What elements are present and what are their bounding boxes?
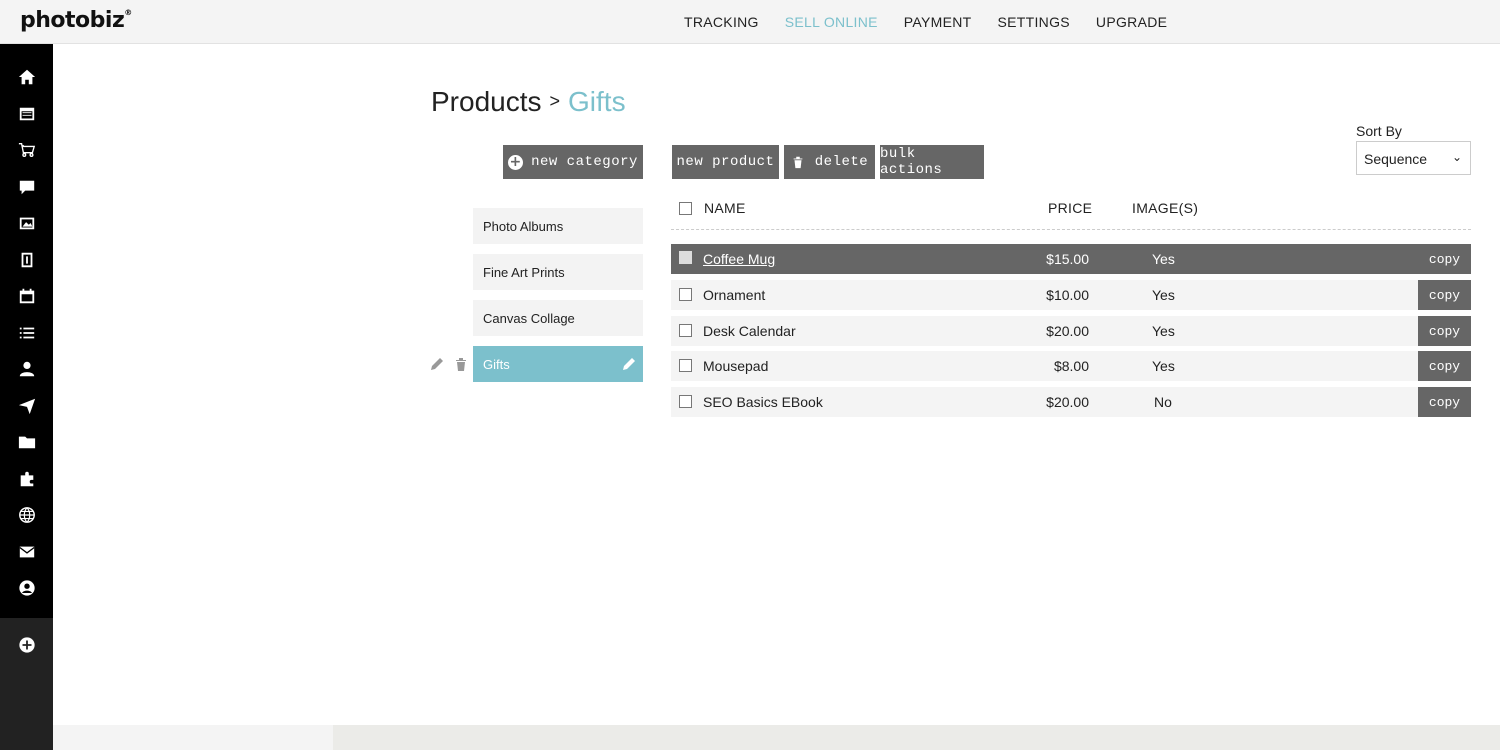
category-item-photo-albums[interactable]: Photo Albums: [473, 208, 643, 244]
chat-icon[interactable]: [16, 176, 38, 198]
new-product-button[interactable]: new product: [672, 145, 779, 179]
invoice-icon[interactable]: [16, 249, 38, 271]
chevron-down-icon: ⌄: [1451, 150, 1462, 164]
rail-bottom-section: [0, 618, 53, 750]
trash-icon: [793, 156, 803, 169]
product-images: No: [1154, 394, 1172, 410]
website-icon[interactable]: [16, 103, 38, 125]
nav-settings[interactable]: SETTINGS: [998, 14, 1070, 30]
row-checkbox[interactable]: [679, 288, 692, 301]
breadcrumb: Products > Gifts: [431, 86, 626, 118]
breadcrumb-separator: >: [549, 91, 561, 111]
nav-payment[interactable]: PAYMENT: [904, 14, 972, 30]
sort-by-label: Sort By: [1356, 123, 1402, 139]
delete-label: delete: [814, 154, 869, 170]
product-name-link[interactable]: Ornament: [703, 287, 765, 303]
column-header-name[interactable]: NAME: [704, 200, 746, 216]
product-images: Yes: [1152, 358, 1175, 374]
copy-button[interactable]: copy: [1418, 316, 1471, 346]
table-row[interactable]: Ornament $10.00 Yes copy: [671, 280, 1471, 310]
left-icon-rail: [0, 44, 53, 750]
category-item-canvas-collage[interactable]: Canvas Collage: [473, 300, 643, 336]
copy-button[interactable]: copy: [1418, 244, 1471, 274]
product-images: Yes: [1152, 251, 1175, 267]
delete-category-icon[interactable]: [453, 356, 469, 372]
nav-upgrade[interactable]: UPGRADE: [1096, 14, 1167, 30]
contacts-icon[interactable]: [16, 358, 38, 380]
column-header-images[interactable]: IMAGE(S): [1132, 200, 1198, 216]
table-row[interactable]: Coffee Mug $15.00 Yes copy: [671, 244, 1471, 274]
photobiz-logo[interactable]: photobiz®: [20, 8, 132, 33]
column-header-price[interactable]: PRICE: [1048, 200, 1092, 216]
copy-button[interactable]: copy: [1418, 387, 1471, 417]
globe-icon[interactable]: [16, 504, 38, 526]
product-images: Yes: [1152, 323, 1175, 339]
table-row[interactable]: SEO Basics EBook $20.00 No copy: [671, 387, 1471, 417]
product-name-link[interactable]: Coffee Mug: [703, 251, 775, 267]
edit-category-icon[interactable]: [429, 356, 445, 372]
product-name-link[interactable]: SEO Basics EBook: [703, 394, 823, 410]
top-navigation: TRACKING SELL ONLINE PAYMENT SETTINGS UP…: [671, 14, 1180, 30]
bulk-actions-button[interactable]: bulk actions: [880, 145, 984, 179]
home-icon[interactable]: [16, 66, 38, 88]
nav-sell-online[interactable]: SELL ONLINE: [785, 14, 878, 30]
row-checkbox[interactable]: [679, 324, 692, 337]
footer-bar: [333, 725, 1500, 750]
product-price: $15.00: [1046, 251, 1089, 267]
table-row[interactable]: Mousepad $8.00 Yes copy: [671, 351, 1471, 381]
breadcrumb-current: Gifts: [568, 86, 626, 117]
add-icon[interactable]: [16, 634, 38, 656]
table-row[interactable]: Desk Calendar $20.00 Yes copy: [671, 316, 1471, 346]
account-icon[interactable]: [16, 577, 38, 599]
product-name-link[interactable]: Desk Calendar: [703, 323, 796, 339]
plugin-icon[interactable]: [16, 468, 38, 490]
edit-pencil-icon[interactable]: [621, 356, 637, 372]
product-price: $8.00: [1053, 358, 1089, 374]
sort-by-select[interactable]: Sequence ⌄: [1356, 141, 1471, 175]
cart-icon[interactable]: [16, 139, 38, 161]
new-category-label: new category: [531, 154, 638, 170]
copy-button[interactable]: copy: [1418, 351, 1471, 381]
row-checkbox[interactable]: [679, 395, 692, 408]
list-icon[interactable]: [16, 322, 38, 344]
send-icon[interactable]: [16, 395, 38, 417]
calendar-icon[interactable]: [16, 285, 38, 307]
plus-circle-icon: +: [508, 153, 524, 170]
category-label: Gifts: [483, 357, 510, 372]
delete-button[interactable]: delete: [784, 145, 875, 179]
gallery-icon[interactable]: [16, 212, 38, 234]
footer-left: [53, 725, 333, 750]
row-checkbox[interactable]: [679, 251, 692, 264]
product-price: $10.00: [1046, 287, 1089, 303]
product-price: $20.00: [1046, 394, 1089, 410]
top-bar: photobiz® TRACKING SELL ONLINE PAYMENT S…: [0, 0, 1500, 44]
mail-icon[interactable]: [16, 541, 38, 563]
header-divider: [671, 229, 1471, 230]
product-images: Yes: [1152, 287, 1175, 303]
new-category-button[interactable]: + new category: [503, 145, 643, 179]
product-name-link[interactable]: Mousepad: [703, 358, 768, 374]
row-checkbox[interactable]: [679, 359, 692, 372]
folder-icon[interactable]: [16, 431, 38, 453]
nav-tracking[interactable]: TRACKING: [684, 14, 759, 30]
select-all-checkbox[interactable]: [679, 202, 692, 215]
product-price: $20.00: [1046, 323, 1089, 339]
sort-by-value: Sequence: [1364, 151, 1428, 167]
breadcrumb-root[interactable]: Products: [431, 86, 542, 117]
category-item-fine-art-prints[interactable]: Fine Art Prints: [473, 254, 643, 290]
copy-button[interactable]: copy: [1418, 280, 1471, 310]
category-item-gifts[interactable]: Gifts: [473, 346, 643, 382]
